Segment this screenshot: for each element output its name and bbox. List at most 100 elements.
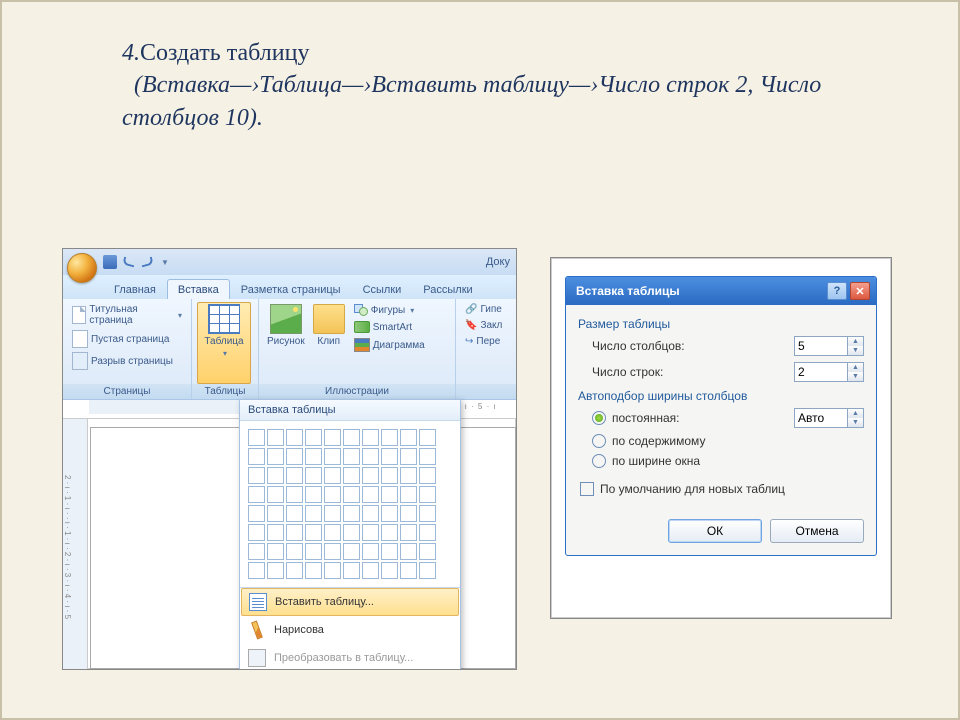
grid-cell[interactable] [419,543,436,560]
grid-cell[interactable] [248,486,265,503]
cancel-button[interactable]: Отмена [770,519,864,543]
opt-fixed-row[interactable]: постоянная: ▲▼ [578,405,864,431]
grid-cell[interactable] [248,448,265,465]
remember-checkbox[interactable] [580,482,594,496]
remember-row[interactable]: По умолчанию для новых таблиц [578,479,864,499]
tab-references[interactable]: Ссылки [352,279,413,299]
grid-cell[interactable] [267,467,284,484]
cover-page-button[interactable]: Титульная страница▾ [68,302,186,328]
opt-window-row[interactable]: по ширине окна [578,451,864,471]
spin-down-icon[interactable]: ▼ [848,418,863,427]
grid-cell[interactable] [324,543,341,560]
grid-cell[interactable] [419,486,436,503]
grid-cell[interactable] [267,543,284,560]
grid-cell[interactable] [343,467,360,484]
qat-dropdown-icon[interactable]: ▼ [161,258,169,267]
grid-cell[interactable] [286,505,303,522]
picture-button[interactable]: Рисунок [264,302,308,384]
spin-up-icon[interactable]: ▲ [848,337,863,346]
grid-cell[interactable] [305,448,322,465]
columns-input[interactable] [794,336,848,356]
tab-home[interactable]: Главная [103,279,167,299]
bookmark-button[interactable]: 🔖Закл [461,318,511,333]
grid-cell[interactable] [362,562,379,579]
grid-cell[interactable] [381,429,398,446]
grid-cell[interactable] [305,429,322,446]
grid-cell[interactable] [324,524,341,541]
blank-page-button[interactable]: Пустая страница [68,328,186,350]
grid-cell[interactable] [381,543,398,560]
help-button[interactable]: ? [827,282,847,300]
grid-cell[interactable] [419,467,436,484]
grid-cell[interactable] [305,467,322,484]
grid-cell[interactable] [286,562,303,579]
grid-cell[interactable] [324,486,341,503]
insert-table-item[interactable]: Вставить таблицу... [241,588,459,616]
undo-icon[interactable] [122,257,136,268]
grid-cell[interactable] [286,429,303,446]
grid-cell[interactable] [343,486,360,503]
radio-fixed[interactable] [592,411,606,425]
rows-spinner[interactable]: ▲▼ [794,362,864,382]
grid-cell[interactable] [305,562,322,579]
grid-cell[interactable] [305,543,322,560]
table-button[interactable]: Таблица ▾ [197,302,251,384]
grid-cell[interactable] [400,467,417,484]
grid-cell[interactable] [324,448,341,465]
grid-cell[interactable] [324,467,341,484]
grid-cell[interactable] [343,524,360,541]
grid-cell[interactable] [343,448,360,465]
shapes-button[interactable]: Фигуры▾ [350,302,429,318]
opt-content-row[interactable]: по содержимому [578,431,864,451]
spin-up-icon[interactable]: ▲ [848,409,863,418]
save-icon[interactable] [103,255,117,269]
chart-button[interactable]: Диаграмма [350,336,429,354]
grid-cell[interactable] [286,543,303,560]
spin-down-icon[interactable]: ▼ [848,346,863,355]
grid-cell[interactable] [267,486,284,503]
grid-cell[interactable] [381,505,398,522]
table-size-grid[interactable] [240,421,460,587]
grid-cell[interactable] [248,524,265,541]
columns-spinner[interactable]: ▲▼ [794,336,864,356]
grid-cell[interactable] [400,429,417,446]
spin-up-icon[interactable]: ▲ [848,363,863,372]
radio-window[interactable] [592,454,606,468]
grid-cell[interactable] [343,429,360,446]
fixed-width-spinner[interactable]: ▲▼ [794,408,864,428]
grid-cell[interactable] [267,505,284,522]
grid-cell[interactable] [248,543,265,560]
fixed-width-input[interactable] [794,408,848,428]
grid-cell[interactable] [400,486,417,503]
redo-icon[interactable] [140,257,154,268]
grid-cell[interactable] [343,543,360,560]
grid-cell[interactable] [362,467,379,484]
tab-layout[interactable]: Разметка страницы [230,279,352,299]
tab-insert[interactable]: Вставка [167,279,230,299]
office-orb-button[interactable] [67,253,97,283]
grid-cell[interactable] [248,429,265,446]
grid-cell[interactable] [419,524,436,541]
draw-table-item[interactable]: Нарисова [240,616,460,644]
grid-cell[interactable] [419,505,436,522]
grid-cell[interactable] [305,505,322,522]
grid-cell[interactable] [248,467,265,484]
grid-cell[interactable] [400,543,417,560]
tab-mailings[interactable]: Рассылки [412,279,483,299]
grid-cell[interactable] [324,562,341,579]
grid-cell[interactable] [286,467,303,484]
grid-cell[interactable] [267,448,284,465]
grid-cell[interactable] [400,505,417,522]
grid-cell[interactable] [400,524,417,541]
grid-cell[interactable] [324,429,341,446]
grid-cell[interactable] [419,429,436,446]
dialog-titlebar[interactable]: Вставка таблицы ? ✕ [566,277,876,305]
grid-cell[interactable] [381,448,398,465]
grid-cell[interactable] [362,429,379,446]
grid-cell[interactable] [305,524,322,541]
grid-cell[interactable] [400,448,417,465]
grid-cell[interactable] [343,505,360,522]
grid-cell[interactable] [419,562,436,579]
grid-cell[interactable] [362,486,379,503]
grid-cell[interactable] [381,562,398,579]
